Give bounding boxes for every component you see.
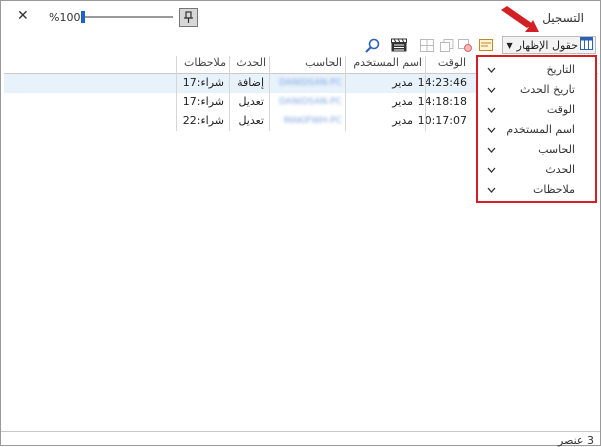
field-item[interactable]: الحاسب bbox=[481, 140, 589, 158]
cell-notes: شراء:17 bbox=[182, 95, 224, 108]
display-fields-label: حقول الإظهار bbox=[516, 38, 578, 52]
display-fields-dropdown: التاريخ تاريخ الحدث الوقت اسم المستخدم ا… bbox=[476, 55, 597, 203]
field-item-label: الحدث bbox=[545, 162, 575, 176]
zoom-slider-thumb[interactable] bbox=[81, 11, 85, 23]
delete-table-icon[interactable] bbox=[456, 36, 474, 54]
pin-icon[interactable] bbox=[179, 8, 198, 27]
cell-user: مدير bbox=[392, 76, 413, 89]
cell-user: مدير bbox=[392, 114, 413, 127]
zoom-slider[interactable] bbox=[81, 11, 173, 23]
window-title: التسجيل bbox=[542, 11, 584, 25]
field-item[interactable]: الوقت bbox=[481, 100, 589, 118]
zoom-label: %100 bbox=[49, 11, 81, 24]
chevron-down-icon bbox=[487, 183, 496, 196]
item-count: 3 عنصر bbox=[558, 434, 594, 447]
columns-icon bbox=[580, 37, 593, 53]
close-icon[interactable]: ✕ bbox=[17, 8, 29, 24]
column-divider[interactable] bbox=[176, 56, 177, 131]
cell-computer: DANIDSAN-PC bbox=[279, 97, 342, 107]
header-computer[interactable]: الحاسب bbox=[269, 56, 345, 72]
field-item[interactable]: الحدث bbox=[481, 160, 589, 178]
form-view-icon[interactable] bbox=[477, 36, 495, 54]
column-divider[interactable] bbox=[269, 56, 270, 131]
copy-icon[interactable] bbox=[438, 36, 456, 54]
field-item-label: تاريخ الحدث bbox=[519, 82, 575, 96]
display-fields-button[interactable]: حقول الإظهار ▼ bbox=[502, 36, 596, 54]
field-item-label: ملاحظات bbox=[533, 182, 575, 196]
field-item[interactable]: اسم المستخدم bbox=[481, 120, 589, 138]
dropdown-caret-icon: ▼ bbox=[506, 40, 513, 50]
field-item-label: اسم المستخدم bbox=[506, 122, 575, 136]
chevron-down-icon bbox=[487, 143, 496, 156]
chevron-down-icon bbox=[487, 163, 496, 176]
clapperboard-icon[interactable] bbox=[389, 36, 409, 54]
column-divider[interactable] bbox=[229, 56, 230, 131]
header-user[interactable]: اسم المستخدم bbox=[345, 56, 425, 72]
cell-event: تعديل bbox=[238, 95, 264, 108]
chevron-down-icon bbox=[487, 63, 496, 76]
status-bar-divider bbox=[1, 431, 600, 432]
chevron-down-icon bbox=[487, 83, 496, 96]
header-notes[interactable]: ملاحظات bbox=[176, 56, 229, 72]
header-time[interactable]: الوقت bbox=[425, 56, 469, 72]
cell-notes: شراء:22 bbox=[182, 114, 224, 127]
column-divider[interactable] bbox=[345, 56, 346, 131]
cell-event: تعديل bbox=[238, 114, 264, 127]
column-divider[interactable] bbox=[425, 56, 426, 131]
field-item[interactable]: تاريخ الحدث bbox=[481, 80, 589, 98]
red-arrow-icon bbox=[501, 6, 539, 32]
chevron-down-icon bbox=[487, 123, 496, 136]
cell-computer: DANIDSAN-PC bbox=[279, 78, 342, 88]
grid-icon[interactable] bbox=[418, 36, 436, 54]
field-item-label: الحاسب bbox=[538, 142, 575, 156]
cell-user: مدير bbox=[392, 95, 413, 108]
cell-computer: MAKIFWH-PC bbox=[283, 116, 342, 126]
chevron-down-icon bbox=[487, 103, 496, 116]
field-item[interactable]: التاريخ bbox=[481, 60, 589, 78]
cell-event: إضافة bbox=[237, 76, 264, 89]
search-icon[interactable] bbox=[363, 36, 381, 54]
field-item-label: التاريخ bbox=[546, 62, 575, 76]
log-window: التسجيل ✕ %100 حقول الإظهار ▼ الوقت اسم … bbox=[0, 0, 601, 447]
cell-notes: شراء:17 bbox=[182, 76, 224, 89]
field-item[interactable]: ملاحظات bbox=[481, 180, 589, 198]
header-event[interactable]: الحدث bbox=[229, 56, 269, 72]
field-item-label: الوقت bbox=[546, 102, 575, 116]
